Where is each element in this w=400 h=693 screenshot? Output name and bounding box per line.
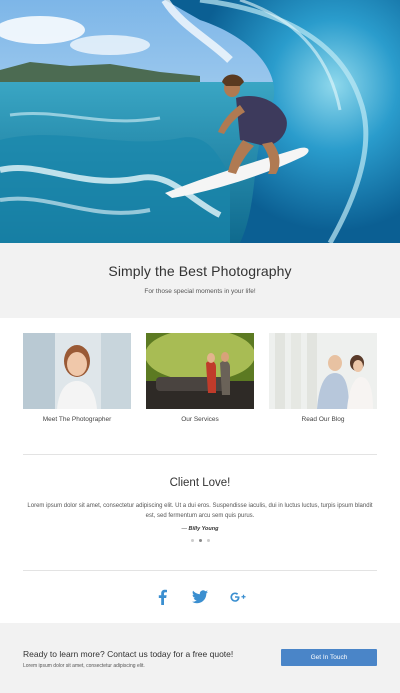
- twitter-icon[interactable]: [192, 589, 208, 605]
- cta-heading: Ready to learn more? Contact us today fo…: [23, 649, 234, 659]
- carousel-dot-active[interactable]: [198, 539, 202, 542]
- feature-card-photographer[interactable]: Meet The Photographer: [23, 333, 131, 454]
- hero-image-surfer: [0, 0, 400, 243]
- cta-subtext: Lorem ipsum dolor sit amet, consectetur …: [23, 663, 145, 669]
- facebook-icon[interactable]: [154, 589, 170, 605]
- cta-text: Ready to learn more? Contact us today fo…: [23, 649, 233, 669]
- hero-banner: [0, 0, 400, 243]
- woman-portrait-photo: [23, 333, 131, 409]
- testimonial-title: Client Love!: [169, 477, 231, 489]
- feature-card-services[interactable]: Our Services: [146, 333, 254, 454]
- carousel-dot[interactable]: [190, 539, 194, 542]
- tagline-section: Simply the Best Photography For those sp…: [0, 243, 400, 318]
- feature-card-blog[interactable]: Read Our Blog: [269, 333, 377, 454]
- author-prefix: —: [181, 526, 189, 532]
- page-title: Simply the Best Photography: [108, 263, 292, 279]
- testimonial-quote: Lorem ipsum dolor sit amet, consectetur …: [27, 503, 373, 519]
- couple-at-car-photo: [146, 333, 254, 409]
- feature-label: Read Our Blog: [301, 416, 345, 423]
- feature-label: Meet The Photographer: [42, 416, 112, 423]
- social-links: [0, 571, 400, 623]
- features-section: Meet The Photographer Our Services Read …: [0, 318, 400, 454]
- cta-footer: Ready to learn more? Contact us today fo…: [0, 623, 400, 693]
- wedding-couple-photo: [269, 333, 377, 409]
- carousel-dot[interactable]: [206, 539, 210, 542]
- google-plus-icon[interactable]: [230, 589, 246, 605]
- author-name: Billy Young: [188, 526, 219, 532]
- page-subtitle: For those special moments in your life!: [144, 288, 256, 295]
- get-in-touch-button[interactable]: Get In Touch: [281, 648, 377, 666]
- testimonial-author: — Billy Young: [0, 526, 400, 532]
- feature-label: Our Services: [181, 416, 219, 423]
- testimonial-section: Client Love! Lorem ipsum dolor sit amet,…: [0, 455, 400, 570]
- carousel-dots: [0, 539, 400, 542]
